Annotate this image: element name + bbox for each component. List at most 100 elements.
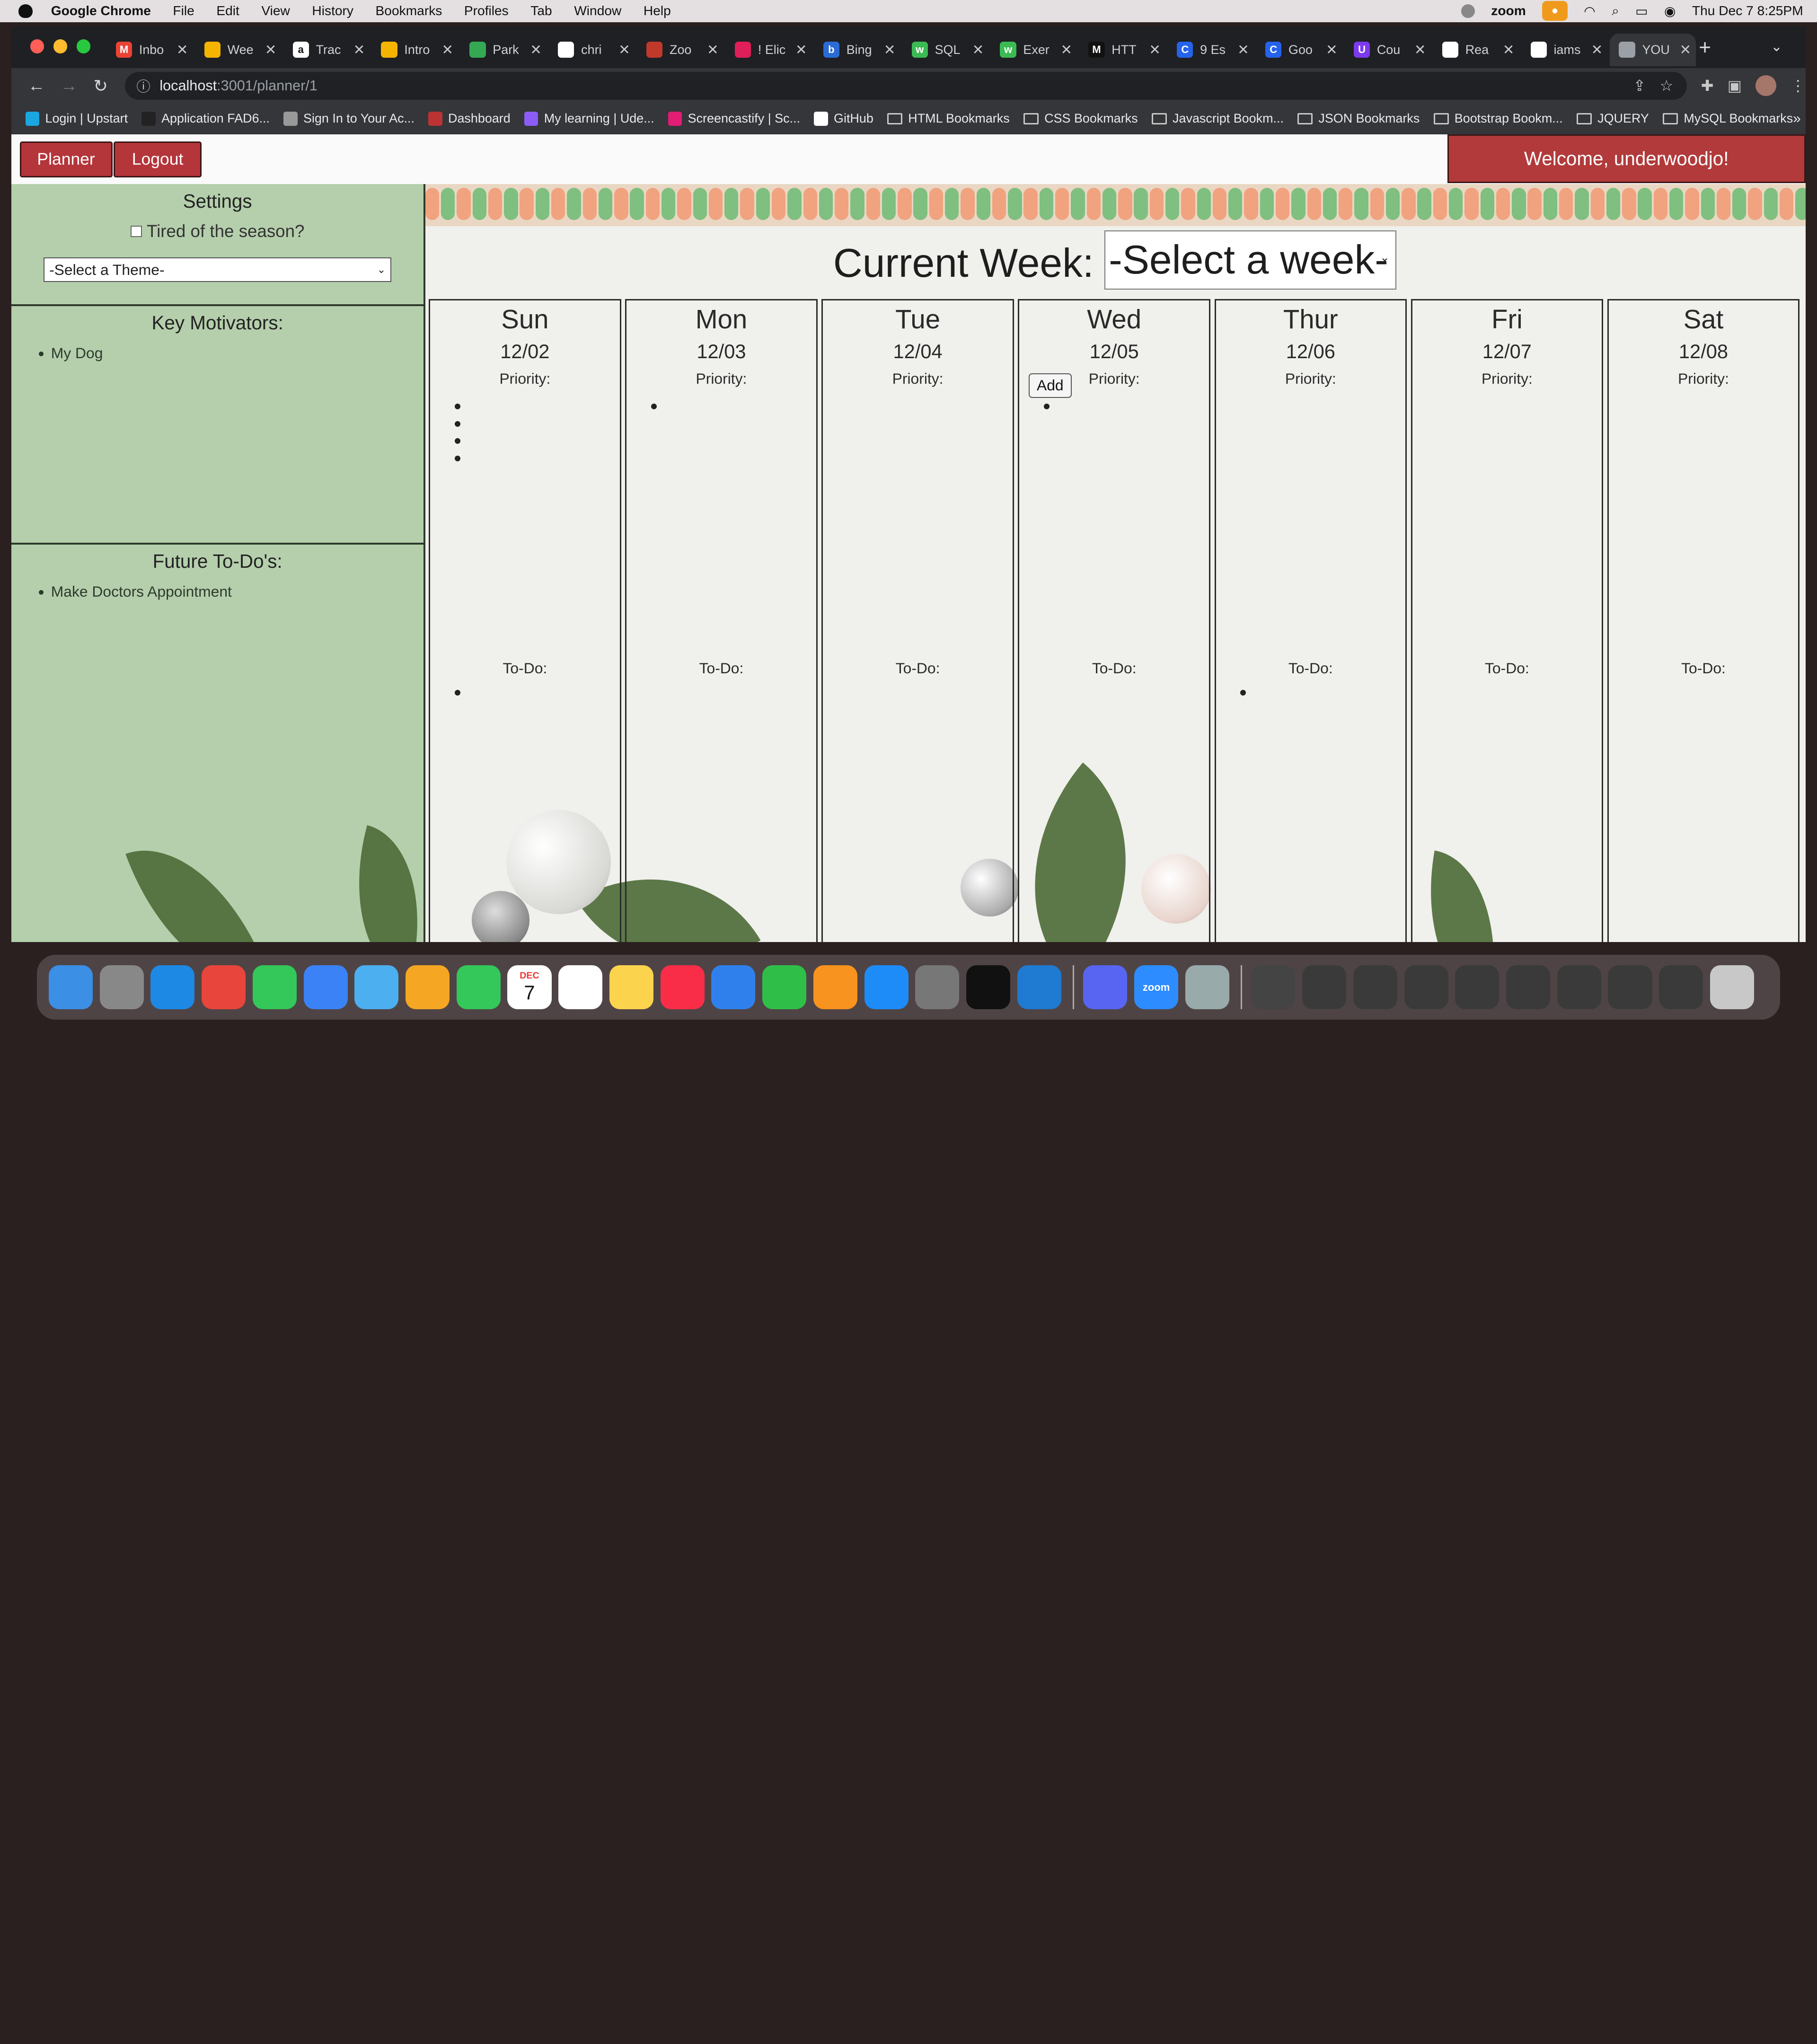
menu-edit[interactable]: Edit <box>216 3 239 18</box>
minimized-window-thumbnail[interactable] <box>1404 965 1448 1010</box>
theme-select[interactable]: -Select a Theme- ⌄ <box>44 257 391 282</box>
safari-icon[interactable] <box>150 965 195 1010</box>
browser-tab[interactable]: YOU ✕ <box>1609 34 1696 66</box>
priority-bullet[interactable] <box>454 438 460 444</box>
browser-tab[interactable]: Intro ✕ <box>372 34 458 66</box>
bookmark-item[interactable]: Screencastify | Sc... <box>668 111 800 126</box>
minimized-window-thumbnail[interactable] <box>1659 965 1703 1010</box>
minimized-window-thumbnail[interactable] <box>1506 965 1551 1010</box>
close-tab-icon[interactable]: ✕ <box>1414 42 1426 58</box>
menu-view[interactable]: View <box>261 3 290 18</box>
minimized-window-thumbnail[interactable] <box>1353 965 1397 1010</box>
bookmark-item[interactable]: GitHub <box>814 111 873 126</box>
bookmark-folder[interactable]: Bootstrap Bookm... <box>1433 111 1563 126</box>
chrome-menu-icon[interactable]: ⋮ <box>1791 77 1806 95</box>
numbers-icon[interactable] <box>762 965 807 1010</box>
bookmark-folder[interactable]: Javascript Bookm... <box>1151 111 1284 126</box>
menu-history[interactable]: History <box>312 3 353 18</box>
browser-tab[interactable]: a Trac ✕ <box>283 34 370 66</box>
forward-icon[interactable]: → <box>60 76 78 96</box>
priority-bullet[interactable] <box>454 403 460 409</box>
profile-avatar[interactable] <box>1755 75 1777 97</box>
address-bar[interactable]: ⓘ localhost:3001/planner/1 ⇪ ☆ <box>124 71 1687 100</box>
control-center-icon[interactable]: ▭ <box>1635 3 1648 19</box>
messages-icon[interactable] <box>252 965 297 1010</box>
share-icon[interactable]: ⇪ <box>1633 77 1646 95</box>
zoom-window-icon[interactable] <box>76 39 90 53</box>
keynote-icon[interactable] <box>711 965 756 1010</box>
todo-bullet[interactable] <box>454 689 460 696</box>
close-tab-icon[interactable]: ✕ <box>441 42 453 58</box>
menu-help[interactable]: Help <box>644 3 671 18</box>
todo-bullet[interactable] <box>1240 689 1246 696</box>
priority-bullet[interactable] <box>1043 403 1050 409</box>
bookmark-folder[interactable]: JQUERY <box>1577 111 1649 126</box>
close-tab-icon[interactable]: ✕ <box>353 42 365 58</box>
menu-file[interactable]: File <box>173 3 194 18</box>
priority-bullet[interactable] <box>454 455 460 462</box>
browser-tab[interactable]: Rea ✕ <box>1433 34 1519 66</box>
bookmark-item[interactable]: Application FAD6... <box>141 111 270 126</box>
app-menu[interactable]: Google Chrome <box>51 3 151 18</box>
new-tab-icon[interactable]: + <box>1699 36 1711 60</box>
browser-tab[interactable]: C Goo ✕ <box>1256 34 1342 66</box>
browser-tab[interactable]: U Cou ✕ <box>1344 34 1430 66</box>
extensions-icon[interactable]: ✚ <box>1701 77 1714 95</box>
browser-tab[interactable]: Zoo ✕ <box>637 34 723 66</box>
close-tab-icon[interactable]: ✕ <box>1503 42 1515 58</box>
close-tab-icon[interactable]: ✕ <box>1326 42 1338 58</box>
mail-icon[interactable] <box>303 965 348 1010</box>
bookmark-star-icon[interactable]: ☆ <box>1659 77 1673 95</box>
finder-icon[interactable] <box>48 965 93 1010</box>
bookmark-folder[interactable]: JSON Bookmarks <box>1297 111 1420 126</box>
close-tab-icon[interactable]: ✕ <box>795 42 807 58</box>
close-tab-icon[interactable]: ✕ <box>618 42 630 58</box>
menu-bookmarks[interactable]: Bookmarks <box>376 3 442 18</box>
season-checkbox[interactable] <box>130 225 142 238</box>
minimize-window-icon[interactable] <box>53 39 67 53</box>
vscode-icon[interactable] <box>1017 965 1061 1010</box>
close-tab-icon[interactable]: ✕ <box>265 42 277 58</box>
close-tab-icon[interactable]: ✕ <box>1237 42 1249 58</box>
trash-icon[interactable] <box>1710 965 1754 1010</box>
close-tab-icon[interactable]: ✕ <box>1591 42 1603 58</box>
bookmark-folder[interactable]: MySQL Bookmarks <box>1663 111 1793 126</box>
browser-tab[interactable]: C 9 Es ✕ <box>1168 34 1254 66</box>
bookmark-folder[interactable]: CSS Bookmarks <box>1023 111 1138 126</box>
browser-tab[interactable]: w Exer ✕ <box>991 34 1077 66</box>
close-tab-icon[interactable]: ✕ <box>972 42 984 58</box>
browser-tab[interactable]: Park ✕ <box>460 34 547 66</box>
bookmark-item[interactable]: My learning | Ude... <box>524 111 654 126</box>
reload-icon[interactable]: ↻ <box>93 76 109 96</box>
app-store-icon[interactable] <box>864 965 908 1010</box>
search-icon[interactable]: ⌕ <box>1612 3 1619 19</box>
browser-tab[interactable]: ! Elic ✕ <box>725 34 811 66</box>
clock[interactable]: Thu Dec 7 8:25PM <box>1692 3 1803 18</box>
more-bookmarks-icon[interactable]: » <box>1793 111 1800 127</box>
menu-tab[interactable]: Tab <box>530 3 552 18</box>
launchpad-icon[interactable] <box>99 965 144 1010</box>
close-tab-icon[interactable]: ✕ <box>1679 42 1691 58</box>
logout-button[interactable]: Logout <box>113 141 202 177</box>
planner-button[interactable]: Planner <box>19 141 113 177</box>
photos-icon[interactable] <box>405 965 450 1010</box>
back-icon[interactable]: ← <box>28 76 45 96</box>
close-tab-icon[interactable]: ✕ <box>707 42 719 58</box>
notes-icon[interactable] <box>609 965 653 1010</box>
site-info-icon[interactable]: ⓘ <box>136 76 150 96</box>
add-priority-button[interactable]: Add <box>1029 373 1072 398</box>
browser-tab[interactable]: b Bing ✕ <box>814 34 900 66</box>
reminders-icon[interactable] <box>558 965 603 1010</box>
close-tab-icon[interactable]: ✕ <box>1149 42 1161 58</box>
terminal-icon[interactable] <box>966 965 1011 1010</box>
bookmark-item[interactable]: Dashboard <box>428 111 511 126</box>
bookmark-item[interactable]: Sign In to Your Ac... <box>283 111 415 126</box>
minimized-window-thumbnail[interactable] <box>1608 965 1652 1010</box>
zoom-icon[interactable]: zoom <box>1134 965 1179 1010</box>
close-window-icon[interactable] <box>30 39 44 53</box>
apple-icon[interactable] <box>18 4 33 18</box>
menu-window[interactable]: Window <box>574 3 621 18</box>
preview-icon[interactable] <box>1185 965 1229 1010</box>
minimized-window-thumbnail[interactable] <box>1302 965 1347 1010</box>
siri-icon[interactable]: ◉ <box>1664 3 1676 19</box>
